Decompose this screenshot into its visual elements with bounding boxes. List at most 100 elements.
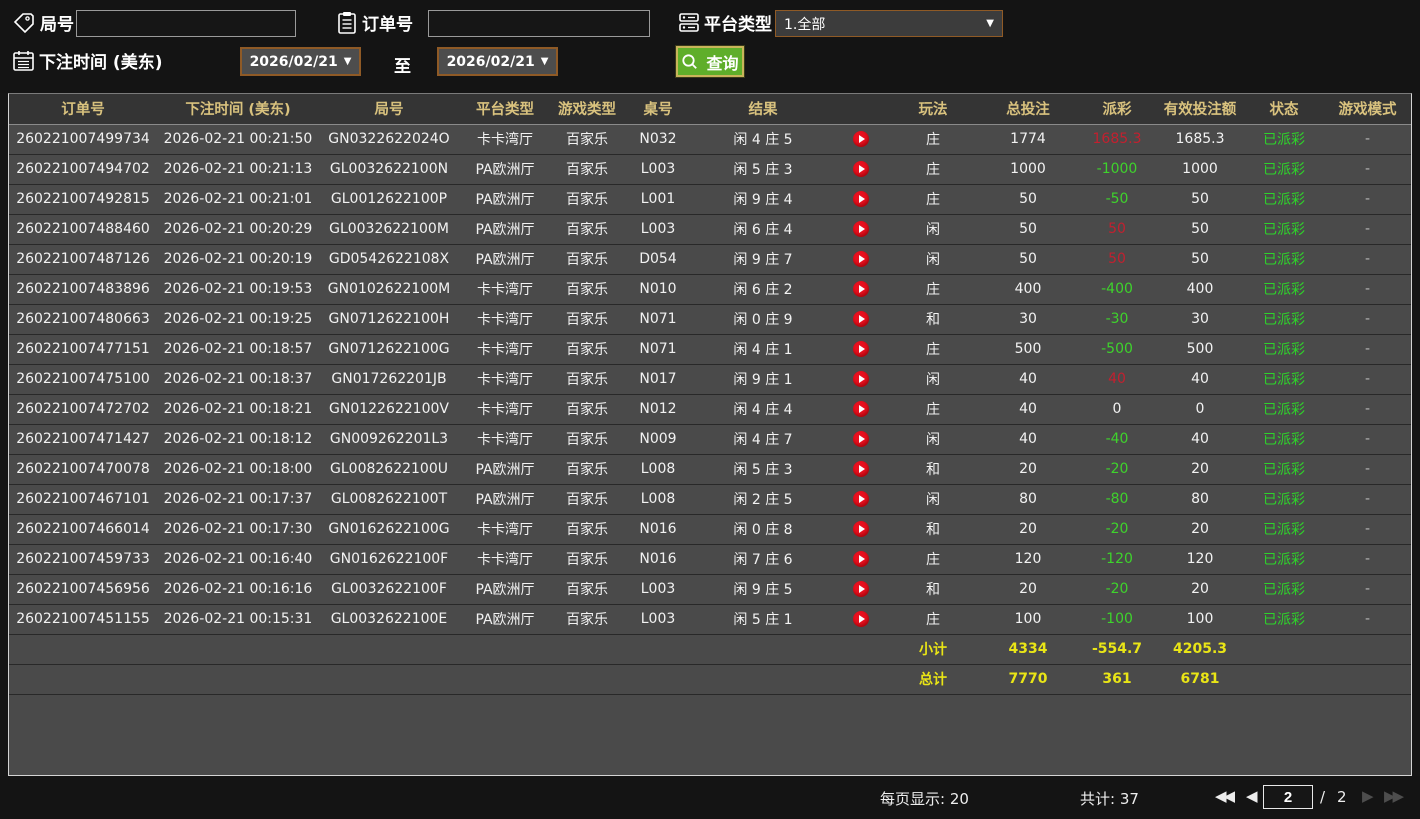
bet-time-cell: 2026-02-21 00:18:37 xyxy=(163,371,313,387)
replay-button[interactable] xyxy=(852,251,869,267)
replay-button[interactable] xyxy=(852,491,869,507)
result-cell: 闲 6 庄 4 xyxy=(733,222,793,238)
prev-page-button[interactable]: ◀ xyxy=(1246,787,1257,805)
game-mode-cell: - xyxy=(1364,341,1371,357)
status-cell: 已派彩 xyxy=(1263,552,1305,568)
column-header: 订单号 xyxy=(9,94,157,125)
replay-button[interactable] xyxy=(852,551,869,567)
game-type-cell: 百家乐 xyxy=(566,252,608,268)
game-mode-cell: - xyxy=(1364,431,1371,447)
valid-bet-cell: 40 xyxy=(1191,431,1209,447)
query-button[interactable]: 查询 xyxy=(675,45,745,78)
page-number-input[interactable] xyxy=(1263,785,1313,809)
replay-button[interactable] xyxy=(852,431,869,447)
replay-button[interactable] xyxy=(852,371,869,387)
table-row: 260221007487126 2026-02-21 00:20:19 GD0542… xyxy=(9,244,1411,274)
replay-button[interactable] xyxy=(852,281,869,297)
bet-time-cell: 2026-02-21 00:19:25 xyxy=(163,311,313,327)
round-no-cell: GN0122622100V xyxy=(329,401,449,417)
replay-button[interactable] xyxy=(852,161,869,177)
search-icon xyxy=(681,53,698,70)
platform-cell: PA欧洲厅 xyxy=(475,492,535,508)
replay-button[interactable] xyxy=(852,131,869,147)
replay-button[interactable] xyxy=(852,341,869,357)
game-type-cell: 百家乐 xyxy=(566,522,608,538)
replay-button[interactable] xyxy=(852,221,869,237)
valid-bet-cell: 30 xyxy=(1191,311,1209,327)
game-no-input[interactable] xyxy=(76,10,296,37)
total-bet-cell: 50 xyxy=(1019,251,1037,267)
replay-button[interactable] xyxy=(852,191,869,207)
valid-bet-cell: 40 xyxy=(1191,371,1209,387)
payout-cell: -500 xyxy=(1101,341,1133,357)
game-mode-cell: - xyxy=(1364,281,1371,297)
date-from-select[interactable]: 2026/02/21 ▼ xyxy=(240,47,361,76)
status-cell: 已派彩 xyxy=(1263,222,1305,238)
result-cell: 闲 5 庄 1 xyxy=(733,612,793,628)
bet-time-cell: 2026-02-21 00:18:57 xyxy=(163,341,313,357)
table-row: 260221007466014 2026-02-21 00:17:30 GN0162… xyxy=(9,514,1411,544)
table-no-cell: L008 xyxy=(640,461,676,477)
status-cell: 已派彩 xyxy=(1263,432,1305,448)
platform-cell: 卡卡湾厅 xyxy=(477,402,533,418)
platform-cell: 卡卡湾厅 xyxy=(477,552,533,568)
bet-time-cell: 2026-02-21 00:17:30 xyxy=(163,521,313,537)
round-no-cell: GL0032622100F xyxy=(331,581,447,597)
chevron-down-icon: ▼ xyxy=(986,18,994,29)
game-no-label: 局号 xyxy=(40,15,74,35)
replay-button[interactable] xyxy=(852,461,869,477)
status-cell: 已派彩 xyxy=(1263,192,1305,208)
game-mode-cell: - xyxy=(1364,191,1371,207)
bet-time-cell: 2026-02-21 00:18:12 xyxy=(163,431,313,447)
per-page-label: 每页显示: 20 xyxy=(880,790,969,808)
bet-type-cell: 庄 xyxy=(926,132,940,148)
round-no-cell: GL0082622100T xyxy=(330,491,448,507)
order-no-label: 订单号 xyxy=(362,15,413,35)
column-header: 状态 xyxy=(1244,94,1324,125)
calendar-icon xyxy=(12,49,35,73)
replay-cell xyxy=(833,244,888,274)
last-page-button[interactable]: ▶▶ xyxy=(1384,787,1404,805)
page-separator: / xyxy=(1320,788,1326,806)
replay-button[interactable] xyxy=(852,401,869,417)
result-cell: 闲 4 庄 4 xyxy=(733,402,793,418)
order-no-cell: 260221007466014 xyxy=(16,521,150,537)
valid-bet-cell: 100 xyxy=(1186,611,1214,627)
game-type-cell: 百家乐 xyxy=(566,192,608,208)
column-header: 有效投注额 xyxy=(1156,94,1244,125)
bet-type-cell: 闲 xyxy=(926,432,940,448)
bet-time-cell: 2026-02-21 00:21:01 xyxy=(163,191,313,207)
first-page-button[interactable]: ◀◀ xyxy=(1215,787,1235,805)
bet-type-cell: 闲 xyxy=(926,252,940,268)
platform-select[interactable]: 1.全部 ▼ xyxy=(775,10,1003,37)
table-no-cell: N016 xyxy=(639,521,677,537)
pagination-bar: 每页显示: 20 共计: 37 ◀◀ ◀ / 2 ▶ ▶▶ xyxy=(0,776,1420,819)
game-type-cell: 百家乐 xyxy=(566,402,608,418)
subtotal-valid-bet: 4205.3 xyxy=(1172,641,1228,657)
platform-cell: 卡卡湾厅 xyxy=(477,522,533,538)
round-no-cell: GL0082622100U xyxy=(330,461,448,477)
replay-button[interactable] xyxy=(852,521,869,537)
valid-bet-cell: 50 xyxy=(1191,251,1209,267)
table-no-cell: N009 xyxy=(639,431,677,447)
result-cell: 闲 4 庄 5 xyxy=(733,132,793,148)
grand-total-label: 总计 xyxy=(919,672,947,688)
next-page-button[interactable]: ▶ xyxy=(1362,787,1373,805)
round-no-cell: GN0162622100G xyxy=(328,521,450,537)
table-no-cell: L003 xyxy=(640,221,676,237)
replay-cell xyxy=(833,454,888,484)
round-no-cell: GN009262201L3 xyxy=(329,431,449,447)
payout-cell: 0 xyxy=(1112,401,1122,417)
order-no-cell: 260221007494702 xyxy=(16,161,150,177)
replay-button[interactable] xyxy=(852,611,869,627)
game-mode-cell: - xyxy=(1364,221,1371,237)
column-header: 下注时间 (美东) xyxy=(157,94,319,125)
payout-cell: -120 xyxy=(1101,551,1133,567)
order-no-input[interactable] xyxy=(428,10,650,37)
table-row: 260221007494702 2026-02-21 00:21:13 GL0032… xyxy=(9,154,1411,184)
grand-total-valid-bet: 6781 xyxy=(1180,671,1220,687)
replay-button[interactable] xyxy=(852,581,869,597)
date-to-select[interactable]: 2026/02/21 ▼ xyxy=(437,47,558,76)
replay-button[interactable] xyxy=(852,311,869,327)
chevron-down-icon: ▼ xyxy=(540,56,549,67)
